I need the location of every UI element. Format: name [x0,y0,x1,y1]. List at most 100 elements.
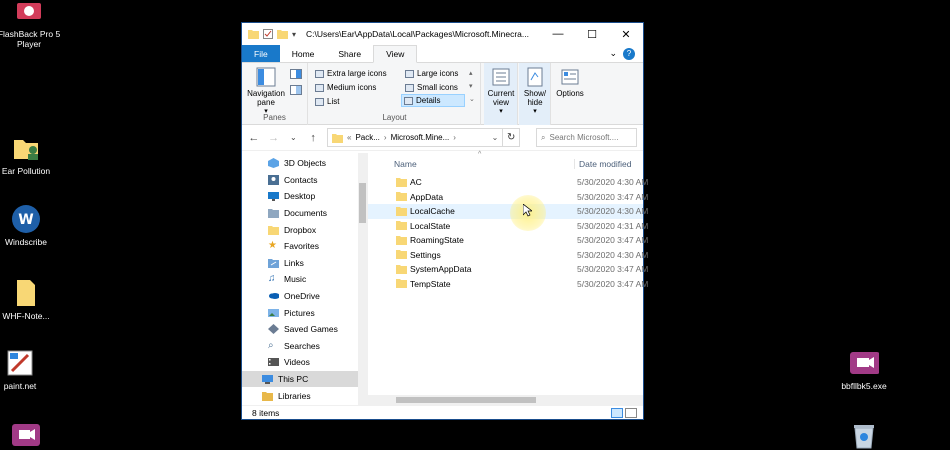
desktop-icon-flashback[interactable]: FlashBack Pro 5 Player [0,0,61,49]
desktop-icon-whf-note[interactable]: WHF-Note... [0,278,58,321]
column-header-date[interactable]: Date modified [574,159,631,169]
layout-extra-large-icons[interactable]: Extra large icons [313,67,389,80]
table-row[interactable]: LocalState 5/30/2020 4:31 AM [368,219,648,234]
nav-item-onedrive[interactable]: OneDrive [242,288,367,305]
nav-pane-scrollbar[interactable] [358,153,367,405]
minimize-button[interactable]: — [541,23,575,45]
details-view-icon[interactable] [611,407,623,418]
table-row[interactable]: RoamingState 5/30/2020 3:47 AM [368,233,648,248]
desktop-icon-camera-app[interactable] [0,420,58,450]
tab-home[interactable]: Home [280,45,327,62]
title-bar: ▾ C:\Users\Ear\AppData\Local\Packages\Mi… [242,23,643,45]
nav-item-label: Links [284,257,304,268]
item-count: 8 items [252,407,280,418]
tab-file[interactable]: File [242,45,280,62]
layout-small-icons[interactable]: Small icons [403,81,460,94]
navigation-pane-button[interactable]: Navigation pane ▾ [246,67,286,116]
show-hide-button[interactable]: Show/ hide ▾ [520,67,550,116]
file-icon [11,278,41,308]
folder-icon [396,279,407,289]
chevron-right-icon[interactable]: › [384,133,387,142]
back-arrow-icon[interactable]: ← [248,132,260,144]
flashback-icon [14,0,44,26]
breadcrumb-current[interactable]: Microsoft.Mine... [391,133,450,142]
nav-item-contacts[interactable]: Contacts [242,172,367,189]
nav-item-music[interactable]: ♫ Music [242,271,367,288]
horizontal-scrollbar[interactable] [368,395,643,405]
nav-item-libraries[interactable]: Libraries [242,387,367,404]
file-name: Settings [410,249,441,260]
nav-item-label: Music [284,274,307,285]
nav-item-this-pc[interactable]: This PC [242,370,367,388]
table-row[interactable]: LocalCache 5/30/2020 4:30 AM [368,204,648,219]
pc-icon [262,375,273,385]
table-row[interactable]: AC 5/30/2020 4:30 AM [368,175,648,190]
current-view-button[interactable]: Current view ▾ [486,67,516,116]
chevron-right-icon[interactable]: › [453,133,456,142]
up-arrow-icon[interactable]: ↑ [307,132,319,144]
file-rows: AC 5/30/2020 4:30 AM AppData 5/30/2020 3:4… [368,175,648,292]
tab-share[interactable]: Share [326,45,373,62]
desktop-icon-bbfllbk5[interactable]: bbfllbk5.exe [832,348,896,391]
nav-item-3d-objects[interactable]: 3D Objects [242,155,367,172]
layout-large-icons[interactable]: Large icons [403,67,460,80]
table-row[interactable]: AppData 5/30/2020 3:47 AM [368,190,648,205]
refresh-button[interactable]: ↻ [502,128,521,147]
layout-details[interactable]: Details [401,94,465,107]
column-headers: ^ Name Date modified [368,151,643,175]
scrollbar-thumb[interactable] [396,397,536,403]
table-row[interactable]: SystemAppData 5/30/2020 3:47 AM [368,262,648,277]
maximize-button[interactable]: ☐ [575,23,609,45]
chevron-down-icon[interactable]: ⌄ [492,133,499,142]
forward-arrow-icon[interactable]: → [268,132,280,144]
scrollbar-thumb[interactable] [359,183,366,223]
recent-locations-icon[interactable]: ⌄ [288,133,300,142]
layout-label: Small icons [417,83,458,92]
desktop-icon-paint-net[interactable]: paint.net [0,348,52,391]
nav-item-videos[interactable]: Videos [242,354,367,371]
details-pane-icon[interactable] [290,85,302,95]
column-header-name[interactable]: Name [394,159,417,169]
nav-item-desktop[interactable]: Desktop [242,188,367,205]
desktop-icon-windscribe[interactable]: W Windscribe [0,204,58,247]
file-date: 5/30/2020 4:31 AM [577,220,649,231]
layout-medium-icons[interactable]: Medium icons [313,81,378,94]
help-icon[interactable]: ? [623,47,635,60]
nav-item-links[interactable]: Links [242,255,367,272]
new-folder-icon[interactable] [277,29,288,39]
nav-item-label: Dropbox [284,224,317,235]
properties-icon[interactable] [263,29,273,39]
folder-person-icon [11,133,41,163]
large-icons-view-icon[interactable] [625,407,637,418]
3d-objects-icon [268,158,279,169]
search-input[interactable]: Search Microsoft.... [550,133,619,142]
nav-item-pictures[interactable]: Pictures [242,304,367,321]
tab-view[interactable]: View [373,45,418,63]
search-box[interactable]: ⌕ Search Microsoft.... [536,128,638,147]
nav-item-searches[interactable]: ⌕ Searches [242,338,367,355]
camera-app-icon [849,348,879,378]
layout-gallery-scroll[interactable]: ▴ ▾ ⌄ [469,67,475,106]
nav-item-dropbox[interactable]: Dropbox [242,221,367,238]
options-button[interactable]: Options [554,67,586,98]
layout-label: Large icons [417,69,459,78]
address-bar[interactable]: « Pack... › Microsoft.Mine... › ⌄ [327,128,504,147]
preview-pane-icon[interactable] [290,69,302,79]
table-row[interactable]: Settings 5/30/2020 4:30 AM [368,248,648,263]
ribbon-group-options: Options [552,63,588,125]
nav-item-favorites[interactable]: ★ Favorites [242,238,367,255]
file-date: 5/30/2020 3:47 AM [577,235,649,246]
layout-list[interactable]: List [313,95,341,108]
customize-qat-icon[interactable]: ▾ [292,30,296,39]
expand-ribbon-icon[interactable]: ⌄ [609,48,617,59]
close-button[interactable]: ✕ [609,23,643,45]
documents-icon [268,209,279,219]
nav-item-label: Videos [284,357,310,368]
table-row[interactable]: TempState 5/30/2020 3:47 AM [368,277,648,292]
desktop-icon-recycle-bin[interactable] [832,420,896,450]
breadcrumb-packages[interactable]: Pack... [355,133,379,142]
desktop-icon-ear-pollution[interactable]: Ear Pollution [0,133,58,176]
nav-item-saved-games[interactable]: Saved Games [242,321,367,338]
nav-item-documents[interactable]: Documents [242,205,367,222]
breadcrumb-overflow-icon[interactable]: « [347,133,351,142]
